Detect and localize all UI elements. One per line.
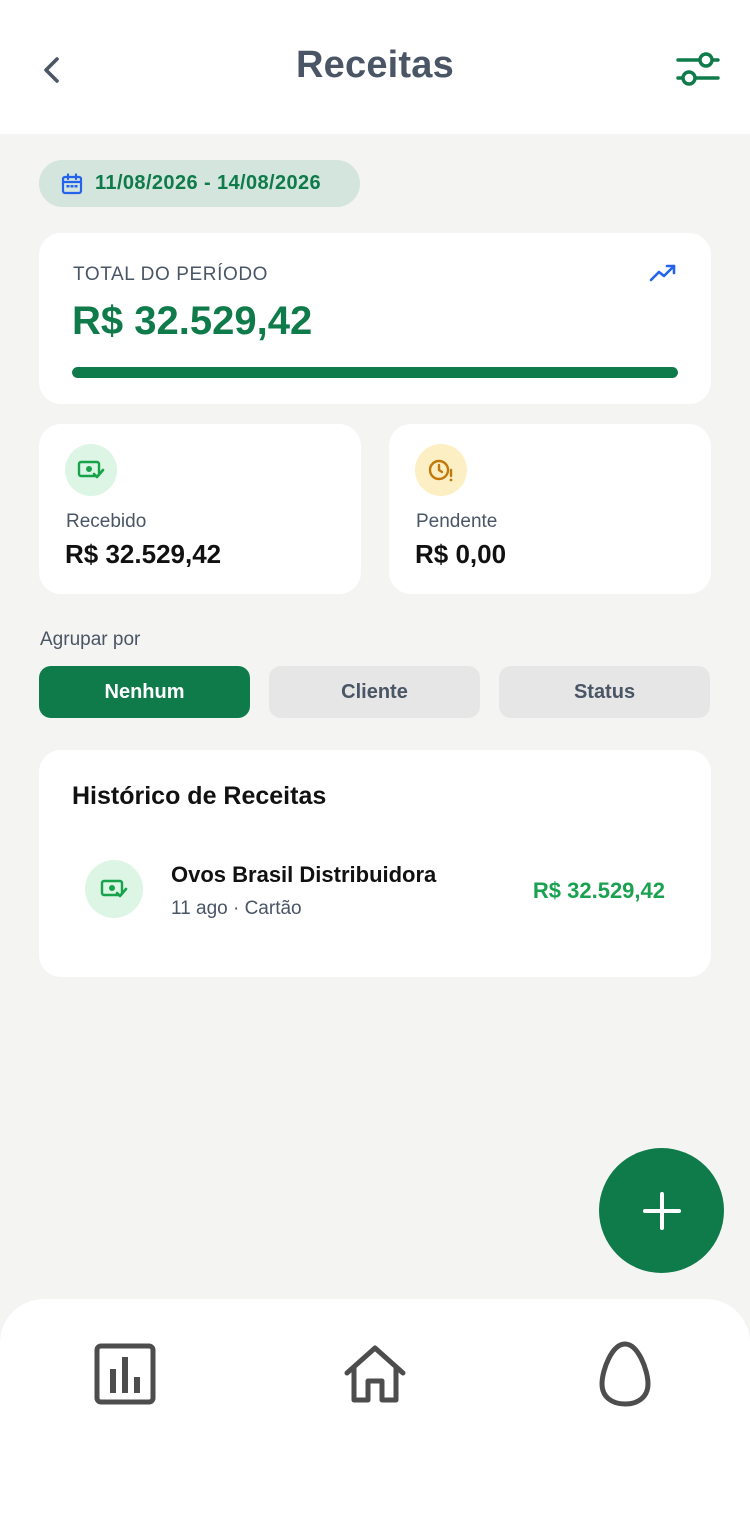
- received-value: R$ 32.529,42: [65, 539, 222, 569]
- pending-label: Pendente: [416, 511, 498, 532]
- calendar-icon: [61, 172, 83, 194]
- total-value: R$ 32.529,42: [72, 299, 313, 343]
- total-period-card: TOTAL DO PERÍODO R$ 32.529,42: [39, 233, 711, 404]
- bar-chart-icon: [94, 1343, 156, 1405]
- receitas-screen: Receitas 11/08/2026 - 14/08/2026 TOTAL D…: [0, 0, 750, 1519]
- nav-eggs[interactable]: [585, 1339, 665, 1409]
- revenue-item-name: Ovos Brasil Distribuidora: [171, 862, 437, 887]
- app-header: Receitas: [0, 0, 750, 134]
- date-range-chip[interactable]: 11/08/2026 - 14/08/2026: [39, 160, 360, 207]
- revenue-item-icon-badge: [85, 860, 143, 918]
- total-label: TOTAL DO PERÍODO: [73, 264, 269, 285]
- nav-reports[interactable]: [85, 1339, 165, 1409]
- history-title: Histórico de Receitas: [72, 782, 327, 810]
- egg-icon: [599, 1341, 651, 1407]
- group-by-none-button[interactable]: Nenhum: [39, 666, 250, 718]
- bottom-navigation: [0, 1299, 750, 1519]
- total-progress-bar: [72, 367, 678, 378]
- revenue-history-card: Histórico de Receitas Ovos Brasil Distri…: [39, 750, 711, 977]
- money-check-icon: [77, 460, 105, 479]
- plus-icon: [642, 1191, 681, 1230]
- add-revenue-button[interactable]: [599, 1148, 724, 1273]
- clock-alert-icon: [428, 459, 453, 482]
- filter-button[interactable]: [672, 46, 724, 92]
- total-progress-fill: [72, 367, 678, 378]
- money-check-icon: [100, 879, 128, 898]
- sliders-icon: [676, 52, 720, 86]
- group-by-label: Agrupar por: [40, 629, 141, 650]
- pending-icon-badge: [415, 444, 467, 496]
- group-by-status-button[interactable]: Status: [499, 666, 710, 718]
- revenue-item-amount: R$ 32.529,42: [532, 878, 665, 903]
- revenue-item-subtitle: 11 ago · Cartão: [171, 898, 302, 919]
- trending-up-icon: [649, 264, 676, 282]
- received-label: Recebido: [66, 511, 147, 532]
- pending-value: R$ 0,00: [415, 539, 507, 569]
- home-icon: [344, 1345, 406, 1403]
- received-icon-badge: [65, 444, 117, 496]
- group-by-client-button[interactable]: Cliente: [269, 666, 480, 718]
- pending-card: Pendente R$ 0,00: [389, 424, 711, 594]
- received-card: Recebido R$ 32.529,42: [39, 424, 361, 594]
- page-title: Receitas: [296, 44, 454, 86]
- date-range-label: 11/08/2026 - 14/08/2026: [95, 172, 322, 194]
- nav-home[interactable]: [335, 1339, 415, 1409]
- list-item[interactable]: Ovos Brasil Distribuidora 11 ago · Cartã…: [39, 840, 711, 940]
